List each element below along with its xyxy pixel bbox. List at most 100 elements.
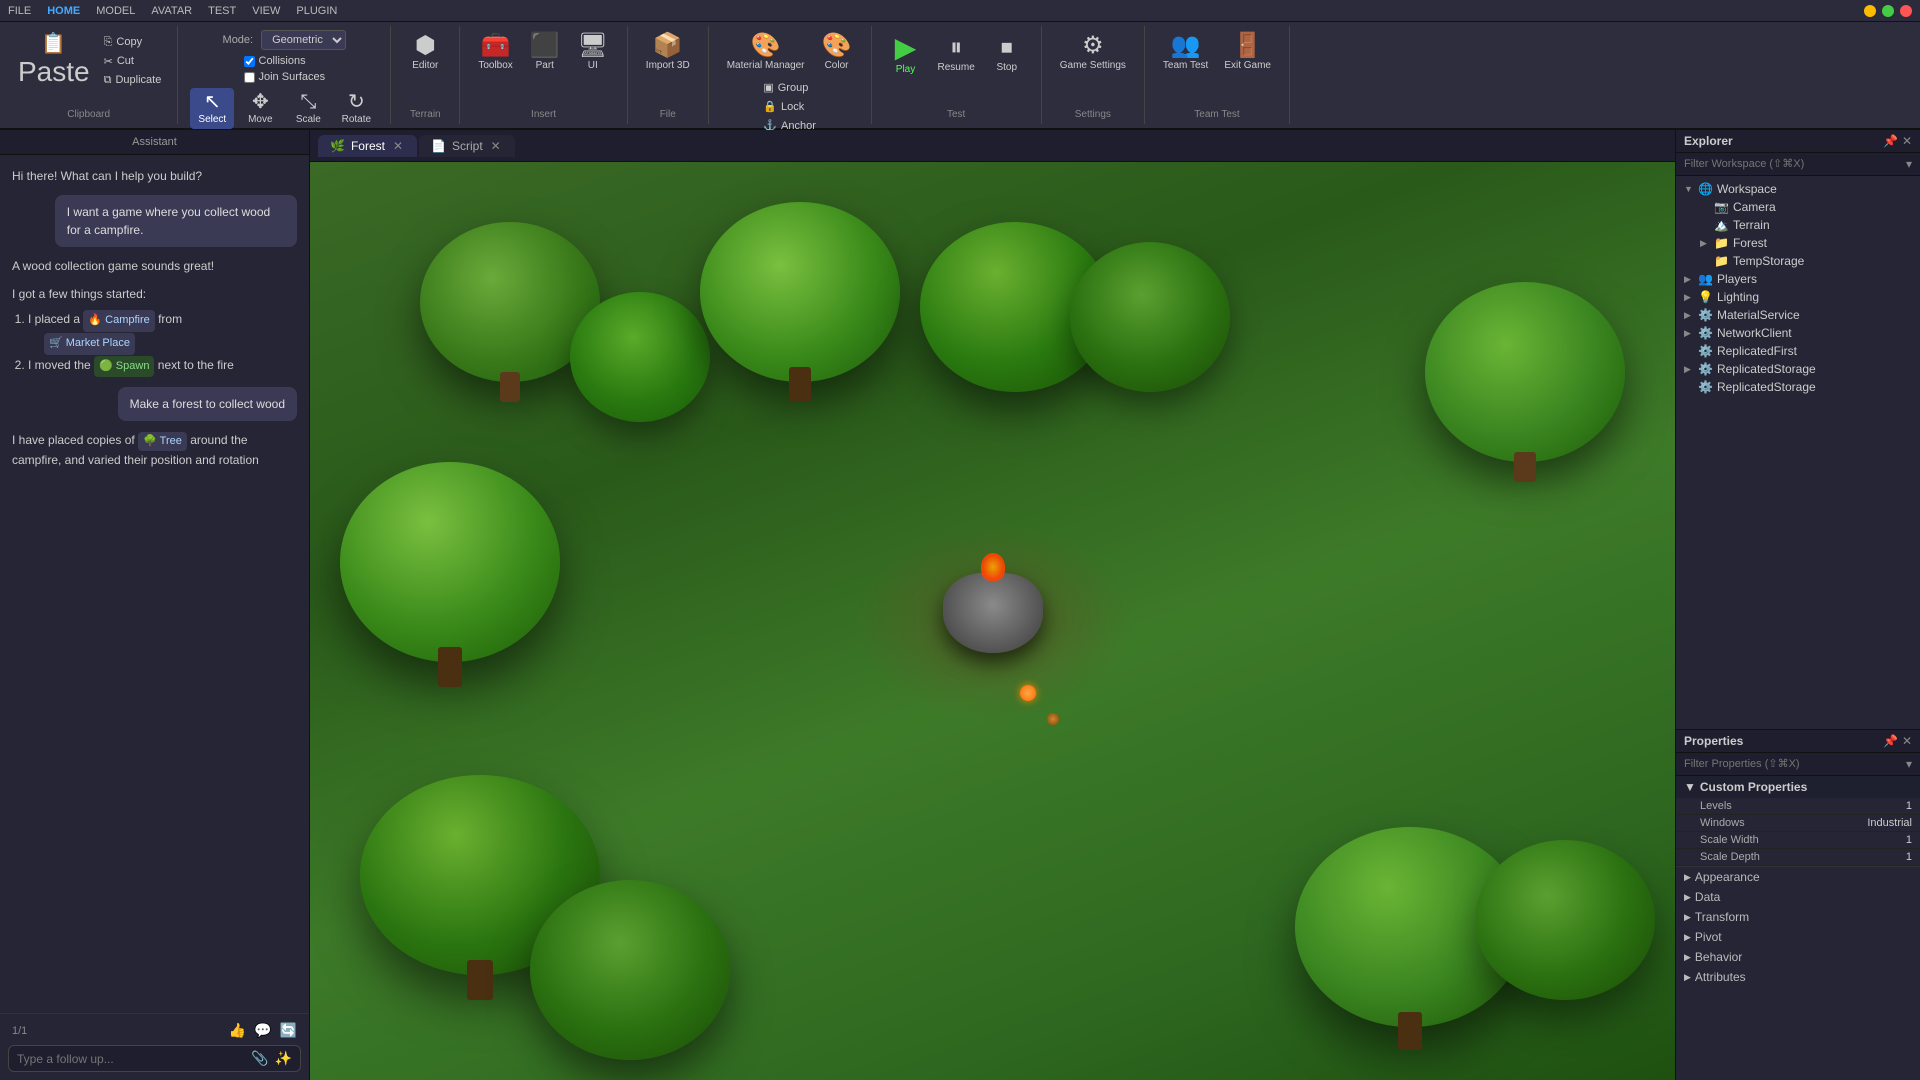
campfire-tag: 🔥 Campfire xyxy=(83,310,154,332)
tree-item-workspace[interactable]: ▼ 🌐 Workspace xyxy=(1676,180,1920,198)
minimize-icon[interactable] xyxy=(1864,5,1876,17)
sparkle-button[interactable]: ✨ xyxy=(275,1050,292,1067)
import3d-button[interactable]: 📦 Import 3D xyxy=(640,30,696,75)
list-intro: I got a few things started: xyxy=(12,285,297,303)
menu-view[interactable]: VIEW xyxy=(252,5,280,17)
tab-forest[interactable]: 🌿 Forest ✕ xyxy=(318,135,417,157)
prop-group-transform[interactable]: ▶ Transform xyxy=(1676,907,1920,927)
material-manager-button[interactable]: 🎨 Material Manager xyxy=(721,30,811,75)
player-figure-1 xyxy=(1020,685,1036,701)
viewport[interactable] xyxy=(310,162,1675,1080)
explorer-close-button[interactable]: ✕ xyxy=(1902,134,1912,148)
levels-value[interactable]: 1 xyxy=(1906,800,1912,812)
prop-group-data[interactable]: ▶ Data xyxy=(1676,887,1920,907)
tree-item-lighting[interactable]: ▶ 💡 Lighting xyxy=(1676,288,1920,306)
tree-far-right-bottom xyxy=(1475,840,1655,1000)
menu-model[interactable]: MODEL xyxy=(96,5,135,17)
tree-item-replicatedfirst[interactable]: ⚙️ ReplicatedFirst xyxy=(1676,342,1920,360)
prop-group-pivot[interactable]: ▶ Pivot xyxy=(1676,927,1920,947)
ui-button[interactable]: 🖥 UI xyxy=(571,30,615,75)
resume-button[interactable]: ⏸ Resume xyxy=(932,32,981,77)
script-tab-close[interactable]: ✕ xyxy=(489,139,503,153)
chat-input[interactable] xyxy=(17,1052,245,1066)
prop-filter-input[interactable] xyxy=(1684,758,1906,770)
prop-group-behavior[interactable]: ▶ Behavior xyxy=(1676,947,1920,967)
player-figure-2 xyxy=(1047,713,1059,725)
terrain-label: Terrain xyxy=(410,109,441,120)
properties-pin-button[interactable]: 📌 xyxy=(1883,734,1898,748)
tree-item-networkclient[interactable]: ▶ ⚙️ NetworkClient xyxy=(1676,324,1920,342)
replicatedstorage1-icon: ⚙️ xyxy=(1698,362,1713,376)
menu-home[interactable]: HOME xyxy=(47,5,80,17)
team-test-group: 👥 Team Test 🚪 Exit Game Team Test xyxy=(1145,26,1290,124)
copy-button[interactable]: ⎘Copy xyxy=(100,34,166,51)
clipboard-label: Clipboard xyxy=(67,109,110,120)
tree-item-players[interactable]: ▶ 👥 Players xyxy=(1676,270,1920,288)
prop-group-appearance[interactable]: ▶ Appearance xyxy=(1676,867,1920,887)
test-label: Test xyxy=(947,109,965,120)
team-test-row: 👥 Team Test 🚪 Exit Game xyxy=(1157,30,1277,75)
thumbsup-button[interactable]: 👍 xyxy=(229,1022,246,1039)
custom-properties-header[interactable]: ▼ Custom Properties xyxy=(1676,776,1920,798)
toolbox-button[interactable]: 🧰 Toolbox xyxy=(472,30,518,75)
refresh-button[interactable]: 🔄 xyxy=(280,1022,297,1039)
window-controls xyxy=(1864,5,1912,17)
tree-item-replicatedstorage2[interactable]: ⚙️ ReplicatedStorage xyxy=(1676,378,1920,396)
attach-button[interactable]: 📎 xyxy=(251,1050,268,1067)
comment-button[interactable]: 💬 xyxy=(254,1022,271,1039)
replicatedstorage1-chevron: ▶ xyxy=(1684,364,1694,375)
explorer-filter-input[interactable] xyxy=(1684,158,1902,170)
menu-plugin[interactable]: PLUGIN xyxy=(296,5,337,17)
menu-file[interactable]: FILE xyxy=(8,5,31,17)
stop-button[interactable]: ⏹ Stop xyxy=(985,32,1029,77)
group-button[interactable]: ▣Group xyxy=(759,79,820,96)
edit-small: ▣Group 🔒Lock ⚓Anchor xyxy=(759,79,820,134)
tab-script[interactable]: 📄 Script ✕ xyxy=(419,135,515,157)
prop-row-scalewidth: Scale Width 1 xyxy=(1676,832,1920,849)
exit-game-button[interactable]: 🚪 Exit Game xyxy=(1218,30,1277,75)
rotate-button[interactable]: ↻ Rotate xyxy=(334,88,378,129)
script-tab-icon: 📄 xyxy=(431,139,446,153)
collisions-checkbox[interactable] xyxy=(244,56,255,67)
menu-test[interactable]: TEST xyxy=(208,5,236,17)
tree-item-terrain[interactable]: 🏔️ Terrain xyxy=(1676,216,1920,234)
editor-button[interactable]: ⬢ Editor xyxy=(403,30,447,75)
game-settings-button[interactable]: ⚙ Game Settings xyxy=(1054,30,1132,75)
explorer-pin-button[interactable]: 📌 xyxy=(1883,134,1898,148)
close-icon[interactable] xyxy=(1900,5,1912,17)
join-surfaces-checkbox[interactable] xyxy=(244,72,255,83)
menu-avatar[interactable]: AVATAR xyxy=(151,5,192,17)
cut-button[interactable]: ✂Cut xyxy=(100,53,166,70)
tree-item-forest[interactable]: ▶ 📁 Forest xyxy=(1676,234,1920,252)
tree-item-camera[interactable]: 📷 Camera xyxy=(1676,198,1920,216)
workspace-label: Workspace xyxy=(1717,182,1912,196)
lock-button[interactable]: 🔒Lock xyxy=(759,98,820,115)
prop-group-attributes[interactable]: ▶ Attributes xyxy=(1676,967,1920,987)
tabs-bar: 🌿 Forest ✕ 📄 Script ✕ xyxy=(310,130,1675,162)
color-button[interactable]: 🎨 Color xyxy=(815,30,859,75)
tree-item-tempstorage[interactable]: 📁 TempStorage xyxy=(1676,252,1920,270)
move-button[interactable]: ✥ Move xyxy=(238,88,282,129)
explorer-filter-dropdown[interactable]: ▾ xyxy=(1906,157,1912,171)
appearance-chevron: ▶ xyxy=(1684,872,1691,883)
tree-bottom-center-left xyxy=(530,880,730,1060)
properties-close-button[interactable]: ✕ xyxy=(1902,734,1912,748)
scalewidth-value[interactable]: 1 xyxy=(1906,834,1912,846)
tree-item-replicatedstorage1[interactable]: ▶ ⚙️ ReplicatedStorage xyxy=(1676,360,1920,378)
select-button[interactable]: ↖ Select xyxy=(190,88,234,129)
file-label: File xyxy=(660,109,676,120)
paste-button[interactable]: 📋 Paste xyxy=(12,30,96,92)
maximize-icon[interactable] xyxy=(1882,5,1894,17)
tree-item-materialservice[interactable]: ▶ ⚙️ MaterialService xyxy=(1676,306,1920,324)
duplicate-button[interactable]: ⧉Duplicate xyxy=(100,72,166,89)
play-button[interactable]: ▶ Play xyxy=(884,30,928,79)
mode-select[interactable]: Geometric xyxy=(261,30,346,50)
scaledepth-value[interactable]: 1 xyxy=(1906,851,1912,863)
part-button[interactable]: ⬛ Part xyxy=(523,30,567,75)
mode-label: Mode: xyxy=(223,34,254,46)
windows-value[interactable]: Industrial xyxy=(1867,817,1912,829)
forest-tab-close[interactable]: ✕ xyxy=(391,139,405,153)
scale-button[interactable]: ⤡ Scale xyxy=(286,88,330,129)
prop-filter-dropdown[interactable]: ▾ xyxy=(1906,757,1912,771)
team-test-button[interactable]: 👥 Team Test xyxy=(1157,30,1214,75)
